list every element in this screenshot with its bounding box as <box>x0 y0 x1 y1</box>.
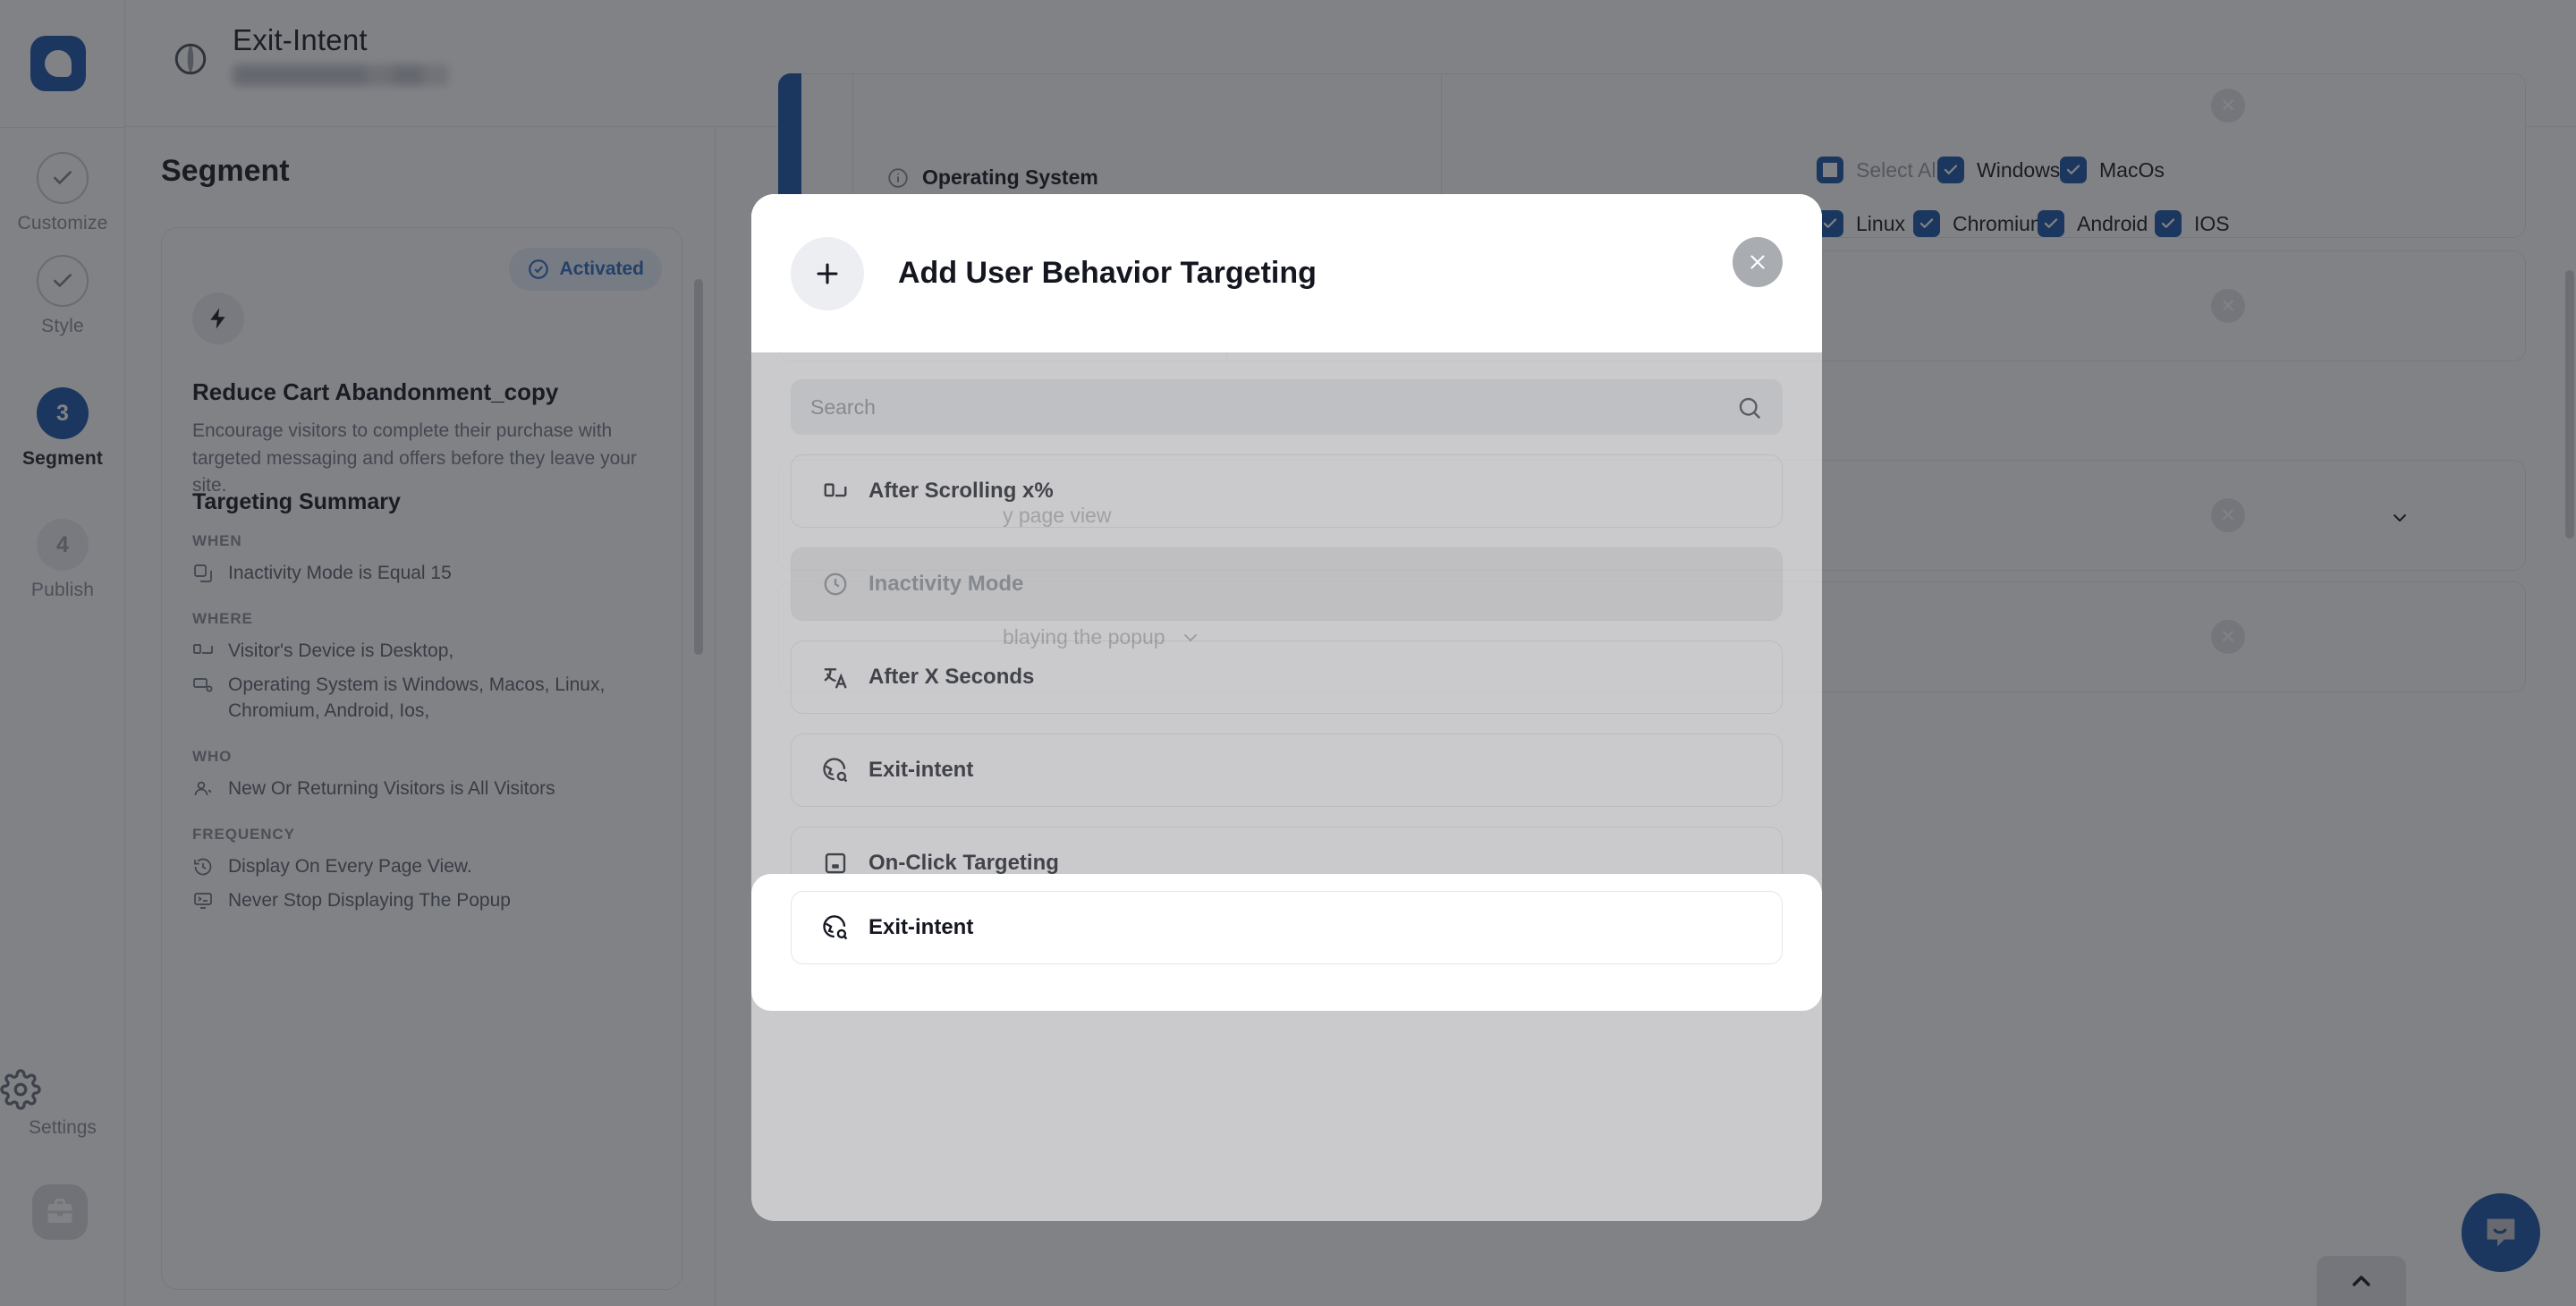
exit-intent-icon <box>822 914 849 941</box>
option-label: Inactivity Mode <box>869 572 1024 596</box>
option-after-x-seconds[interactable]: After X Seconds <box>791 640 1783 714</box>
option-label: Exit-intent <box>869 915 974 939</box>
search-input[interactable]: Search <box>791 379 1783 435</box>
search-icon <box>1736 394 1763 421</box>
option-label: Exit-intent <box>869 758 974 782</box>
option-label: On-Click Targeting <box>869 851 1059 875</box>
modal-body: Search After Scrolling x% Inactivity Mod… <box>751 352 1822 939</box>
exit-intent-spotlight: Exit-intent <box>751 874 1822 1011</box>
translate-icon <box>822 664 849 691</box>
screen-root: Customize Style 3 Segment 4 Publish Sett… <box>0 0 2576 1306</box>
search-placeholder: Search <box>810 394 876 419</box>
option-exit-intent-highlighted[interactable]: Exit-intent <box>791 891 1783 964</box>
option-label: After Scrolling x% <box>869 479 1054 503</box>
modal-close-button-bright[interactable] <box>1733 237 1783 287</box>
click-target-icon <box>822 850 849 877</box>
exit-intent-icon <box>822 757 849 784</box>
option-exit-intent[interactable]: Exit-intent <box>791 734 1783 807</box>
option-label: After X Seconds <box>869 665 1035 689</box>
scroll-percent-icon <box>822 478 849 505</box>
modal-header-bright: Add User Behavior Targeting <box>751 194 1822 352</box>
clock-icon <box>822 571 849 598</box>
option-inactivity-mode: Inactivity Mode <box>791 547 1783 621</box>
close-icon <box>1750 255 1765 269</box>
plus-icon <box>791 236 864 310</box>
modal-header-spotlight: Add User Behavior Targeting <box>751 194 1822 352</box>
option-after-scrolling[interactable]: After Scrolling x% <box>791 454 1783 528</box>
modal-title-bright: Add User Behavior Targeting <box>898 256 1317 290</box>
